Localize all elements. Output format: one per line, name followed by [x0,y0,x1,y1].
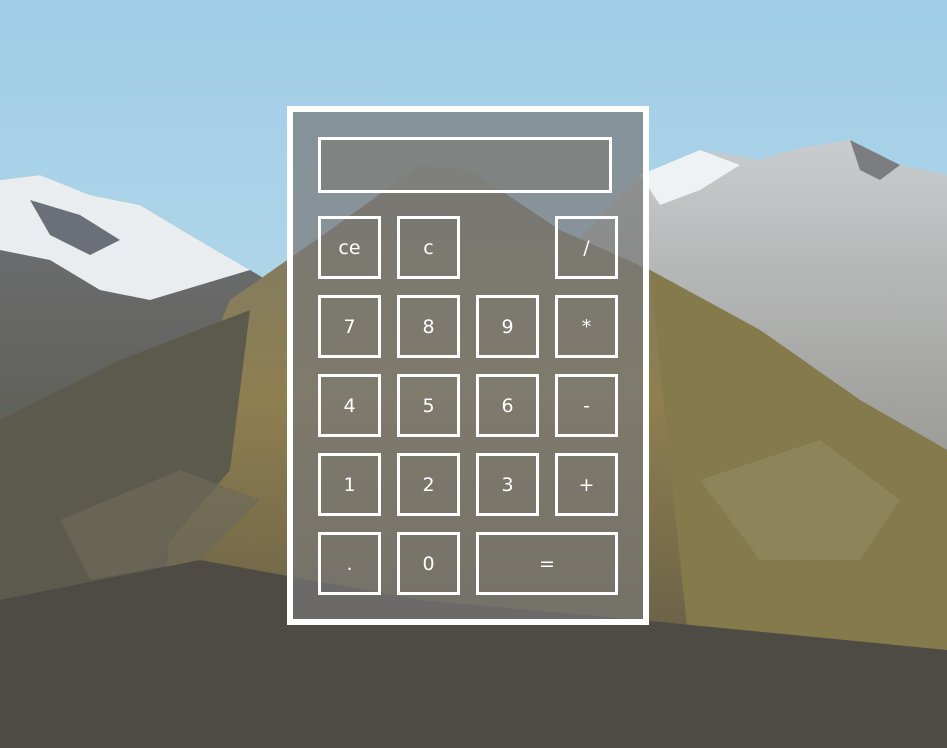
digit-0-button[interactable]: 0 [397,532,460,595]
add-button[interactable]: + [555,453,618,516]
digit-8-button[interactable]: 8 [397,295,460,358]
multiply-button[interactable]: * [555,295,618,358]
digit-6-button[interactable]: 6 [476,374,539,437]
decimal-button[interactable]: . [318,532,381,595]
digit-9-button[interactable]: 9 [476,295,539,358]
digit-7-button[interactable]: 7 [318,295,381,358]
clear-button[interactable]: c [397,216,460,279]
subtract-button[interactable]: - [555,374,618,437]
divide-button[interactable]: / [555,216,618,279]
digit-2-button[interactable]: 2 [397,453,460,516]
digit-4-button[interactable]: 4 [318,374,381,437]
calculator-display [318,137,612,193]
calculator: ce c / 7 8 9 * 4 5 6 - 1 2 3 + . 0 = [287,106,649,625]
digit-5-button[interactable]: 5 [397,374,460,437]
digit-3-button[interactable]: 3 [476,453,539,516]
clear-entry-button[interactable]: ce [318,216,381,279]
equals-button[interactable]: = [476,532,618,595]
digit-1-button[interactable]: 1 [318,453,381,516]
